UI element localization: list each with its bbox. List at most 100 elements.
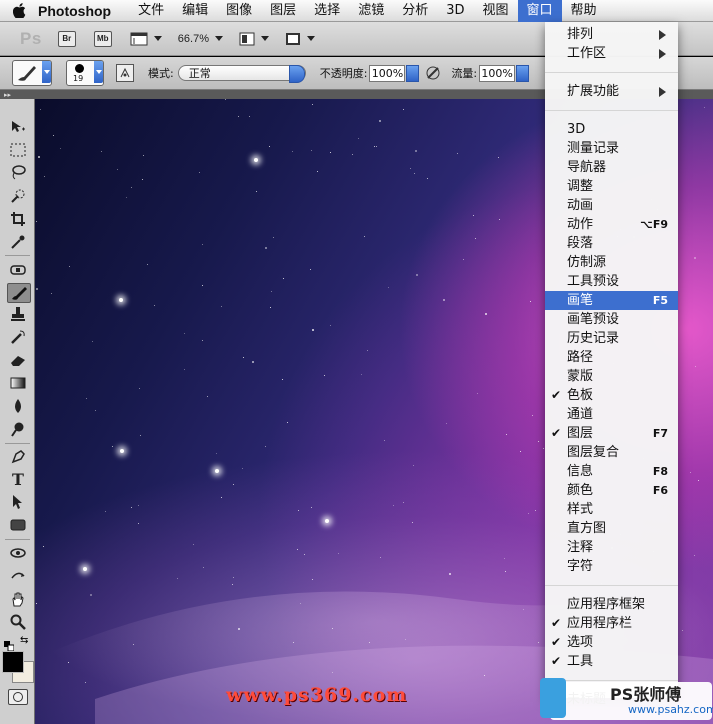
- flow-slider-button[interactable]: [516, 64, 530, 82]
- blend-mode-select[interactable]: 正常: [177, 65, 306, 83]
- menu-edit[interactable]: 编辑: [173, 0, 217, 22]
- brush-tool[interactable]: [7, 283, 31, 303]
- dodge-tool[interactable]: [7, 420, 29, 438]
- crop-tool[interactable]: [7, 210, 29, 228]
- menu-item[interactable]: 扩展功能: [545, 82, 678, 101]
- screen-mode-button[interactable]: [285, 32, 315, 46]
- 3d-orbit-tool[interactable]: [7, 567, 29, 585]
- arrange-documents-button[interactable]: [239, 32, 269, 46]
- path-select-tool[interactable]: [7, 493, 29, 511]
- menu-filter[interactable]: 滤镜: [349, 0, 393, 22]
- star: [412, 522, 413, 523]
- quick-mask-button[interactable]: [8, 689, 28, 705]
- star: [177, 578, 178, 579]
- menu-item[interactable]: 3D: [545, 120, 678, 139]
- menu-image[interactable]: 图像: [217, 0, 261, 22]
- foreground-color-swatch[interactable]: [2, 651, 24, 673]
- menu-item[interactable]: 颜色 F6: [545, 481, 678, 500]
- menu-item[interactable]: 图层复合: [545, 443, 678, 462]
- menu-item[interactable]: 工作区: [545, 44, 678, 63]
- menu-analysis[interactable]: 分析: [393, 0, 437, 22]
- tool-preset-picker[interactable]: [12, 60, 52, 86]
- menu-layer[interactable]: 图层: [261, 0, 305, 22]
- star: [457, 153, 458, 154]
- flow-input[interactable]: 100%: [479, 64, 516, 82]
- stamp-icon: [11, 307, 25, 321]
- view-extras-button[interactable]: [130, 32, 162, 46]
- move-tool[interactable]: [7, 118, 29, 136]
- gradient-tool[interactable]: [7, 374, 29, 392]
- star: [475, 238, 476, 239]
- star: [249, 116, 250, 117]
- star: [374, 146, 375, 147]
- brush-preset-picker[interactable]: 19: [66, 60, 104, 86]
- menu-item[interactable]: 测量记录: [545, 139, 678, 158]
- 3d-rotate-tool[interactable]: [7, 544, 29, 562]
- blur-tool[interactable]: [7, 397, 29, 415]
- menu-item[interactable]: 动作 ⌥F9: [545, 215, 678, 234]
- collapse-arrows-icon[interactable]: ▸▸: [4, 91, 11, 99]
- shape-tool[interactable]: [7, 516, 29, 534]
- menu-item[interactable]: 应用程序框架: [545, 595, 678, 614]
- star: [523, 609, 524, 610]
- type-tool[interactable]: T: [7, 470, 29, 489]
- hand-tool[interactable]: [7, 590, 29, 608]
- menu-window[interactable]: 窗口: [517, 0, 562, 22]
- history-brush-tool[interactable]: [7, 328, 29, 346]
- menu-select[interactable]: 选择: [305, 0, 349, 22]
- menu-item[interactable]: 动画: [545, 196, 678, 215]
- menu-item-label: 调整: [567, 179, 594, 194]
- menu-item[interactable]: 历史记录: [545, 329, 678, 348]
- watermark-badge: PS张师傅 www.psahz.com: [540, 676, 713, 724]
- menu-item[interactable]: ✔ 图层 F7: [545, 424, 678, 443]
- menu-item[interactable]: 段落: [545, 234, 678, 253]
- star: [312, 579, 313, 580]
- clone-stamp-tool[interactable]: [7, 305, 29, 323]
- menu-item[interactable]: 样式: [545, 500, 678, 519]
- menu-item[interactable]: ✔ 选项: [545, 633, 678, 652]
- star: [473, 215, 474, 216]
- menu-item[interactable]: ✔ 工具: [545, 652, 678, 671]
- quick-select-tool[interactable]: [7, 187, 29, 205]
- app-name-menu[interactable]: Photoshop: [38, 3, 111, 19]
- zoom-tool[interactable]: [7, 613, 29, 631]
- swap-colors-icon[interactable]: ⇆: [20, 636, 30, 646]
- opacity-input[interactable]: 100%: [369, 64, 406, 82]
- move-icon: [12, 121, 25, 132]
- menu-item[interactable]: 导航器: [545, 158, 678, 177]
- menu-item[interactable]: 排列: [545, 25, 678, 44]
- menu-item[interactable]: 注释: [545, 538, 678, 557]
- opacity-slider-button[interactable]: [406, 64, 420, 82]
- menu-view[interactable]: 视图: [474, 0, 518, 22]
- lasso-tool[interactable]: [7, 163, 29, 181]
- screen-mode-icon: [286, 32, 300, 45]
- launch-bridge-button[interactable]: Br: [57, 30, 76, 47]
- menu-item[interactable]: 画笔预设: [545, 310, 678, 329]
- marquee-tool[interactable]: [7, 141, 29, 159]
- menu-file[interactable]: 文件: [129, 0, 173, 22]
- menu-item[interactable]: 仿制源: [545, 253, 678, 272]
- zoom-level-select[interactable]: 66.7%: [178, 33, 223, 45]
- menu-item[interactable]: 画笔 F5: [545, 291, 678, 310]
- eraser-tool[interactable]: [7, 351, 29, 369]
- menu-item[interactable]: ✔ 应用程序栏: [545, 614, 678, 633]
- toggle-brush-panel-button[interactable]: [116, 64, 134, 82]
- menu-item[interactable]: 直方图: [545, 519, 678, 538]
- menu-item[interactable]: 工具预设: [545, 272, 678, 291]
- menu-item[interactable]: 路径: [545, 348, 678, 367]
- menu-3d[interactable]: 3D: [437, 0, 473, 22]
- pen-tool[interactable]: [7, 448, 29, 466]
- menu-item[interactable]: 字符: [545, 557, 678, 576]
- launch-minibridge-button[interactable]: Mb: [93, 30, 112, 47]
- menu-help[interactable]: 帮助: [562, 0, 606, 22]
- menu-item[interactable]: 调整: [545, 177, 678, 196]
- menu-item[interactable]: 信息 F8: [545, 462, 678, 481]
- menu-item[interactable]: 蒙版: [545, 367, 678, 386]
- menu-item[interactable]: ✔ 色板: [545, 386, 678, 405]
- tablet-pressure-button[interactable]: [425, 65, 441, 81]
- eyedropper-tool[interactable]: [7, 233, 29, 251]
- healing-tool[interactable]: [7, 261, 29, 279]
- menu-item[interactable]: 通道: [545, 405, 678, 424]
- apple-menu-icon[interactable]: [0, 3, 38, 18]
- default-colors-button[interactable]: [4, 636, 15, 652]
